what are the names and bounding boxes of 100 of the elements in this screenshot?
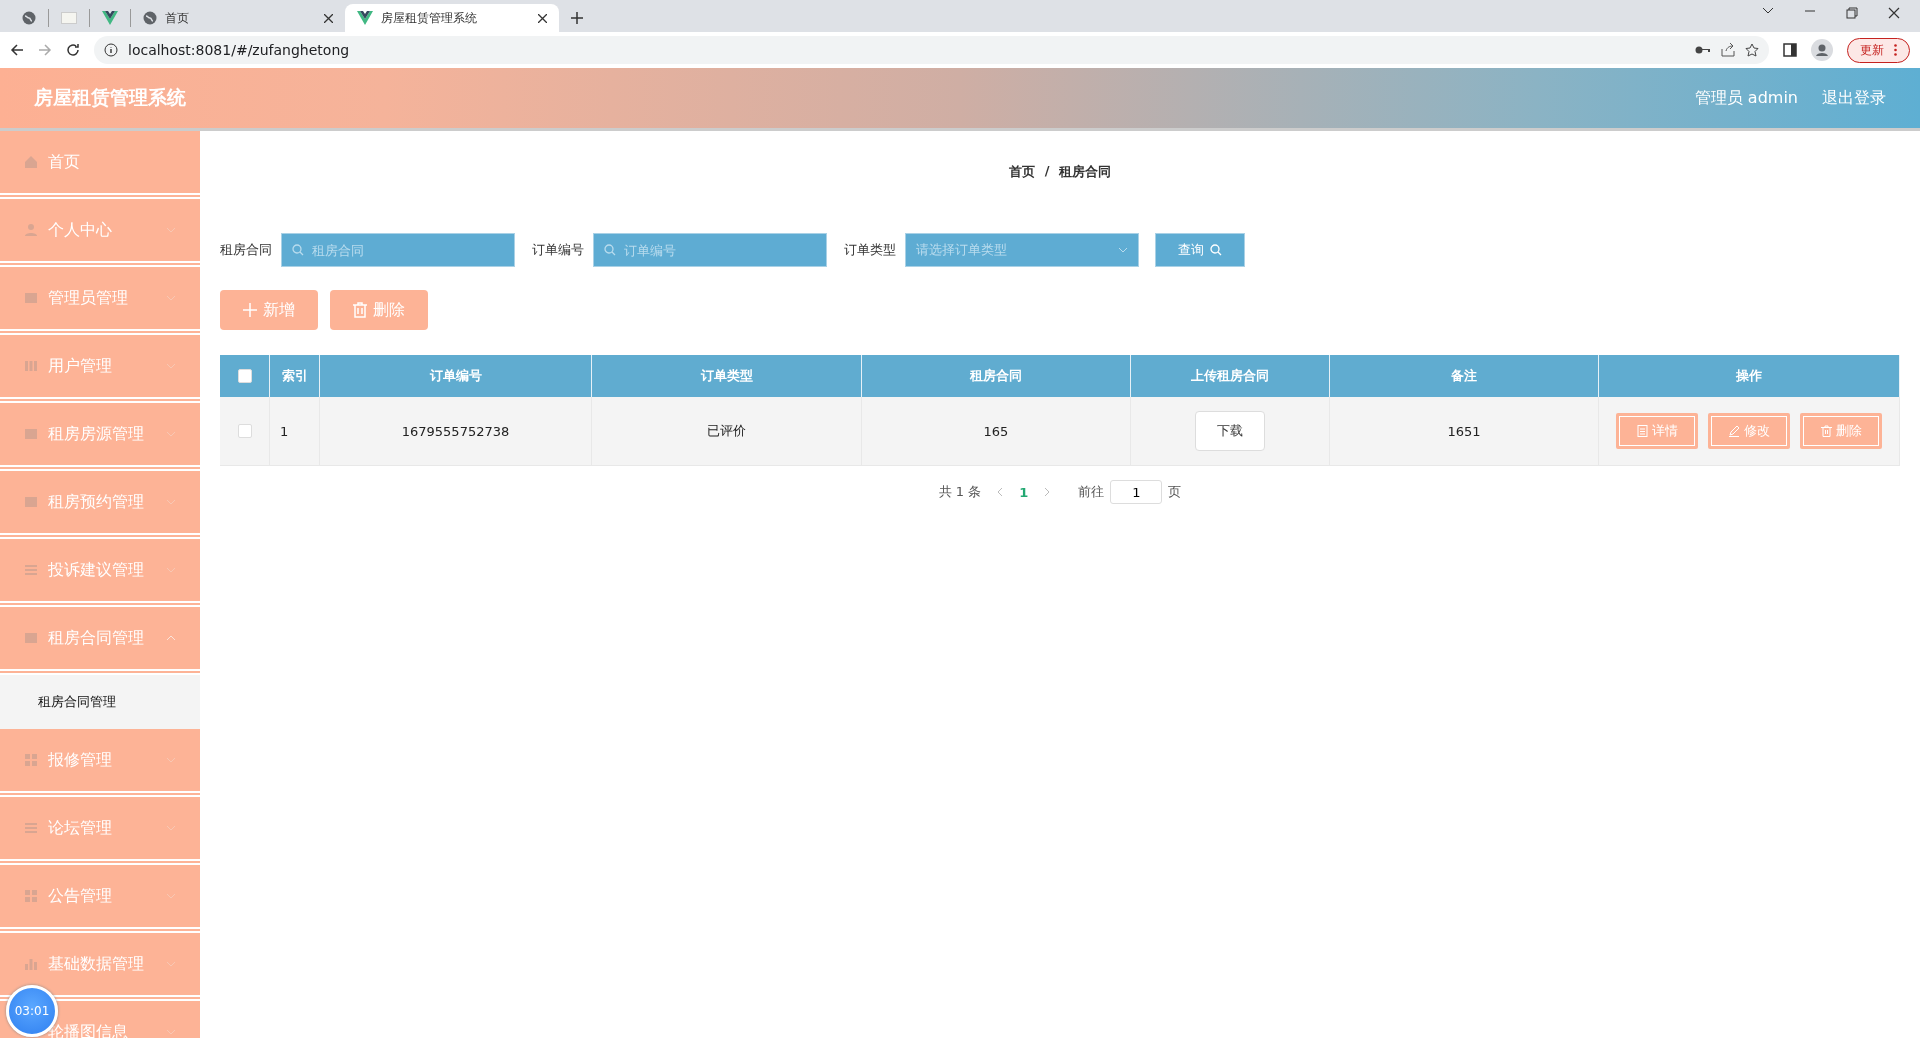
menu-item[interactable]: 租房合同管理	[0, 607, 200, 675]
side-panel-icon[interactable]	[1783, 43, 1797, 57]
globe-icon	[22, 11, 36, 25]
user-label: 管理员 admin	[1694, 87, 1798, 109]
reload-icon[interactable]	[66, 43, 80, 57]
trash-icon	[1820, 425, 1832, 437]
menu-item[interactable]: 首页	[0, 131, 200, 199]
back-icon[interactable]	[10, 43, 24, 57]
chevron-icon	[166, 227, 176, 233]
profile-icon[interactable]	[1811, 39, 1833, 61]
query-button[interactable]: 查询	[1156, 234, 1244, 266]
chevron-icon	[1118, 247, 1128, 253]
menu-item[interactable]: 个人中心	[0, 199, 200, 267]
chevron-icon	[166, 757, 176, 763]
browser-tab[interactable]: 房屋租赁管理系统	[345, 4, 559, 32]
menu-icon	[24, 291, 38, 305]
pencil-icon	[1728, 425, 1740, 437]
close-icon[interactable]	[538, 13, 547, 23]
menu-item[interactable]: 用户管理	[0, 335, 200, 403]
minimize-icon[interactable]	[1804, 7, 1816, 15]
menu-label: 公告管理	[48, 885, 112, 907]
column-header: 备注	[1330, 355, 1599, 397]
new-tab-icon[interactable]	[571, 12, 583, 24]
add-button[interactable]: 新增	[220, 290, 318, 330]
chevron-icon	[166, 431, 176, 437]
chevron-icon[interactable]	[1762, 7, 1774, 15]
menu-item[interactable]: 投诉建议管理	[0, 539, 200, 607]
menu-item[interactable]: 租房预约管理	[0, 471, 200, 539]
column-header: 操作	[1599, 355, 1900, 397]
search-field[interactable]: 订单编号	[594, 234, 826, 266]
close-icon[interactable]	[324, 13, 333, 23]
field-label: 租房合同	[220, 241, 272, 259]
v-logo-icon	[102, 11, 118, 25]
chevron-icon	[166, 825, 176, 831]
address-bar[interactable]: localhost:8081/#/zufanghetong	[94, 36, 1769, 64]
breadcrumb-item[interactable]: 首页	[1008, 163, 1035, 203]
chevron-icon	[166, 635, 176, 641]
table-cell: 1651	[1330, 397, 1599, 466]
search-field[interactable]: 租房合同	[282, 234, 514, 266]
star-icon[interactable]	[1745, 43, 1759, 57]
v-logo-icon	[357, 11, 373, 25]
browser-tab[interactable]: 首页	[131, 4, 345, 32]
column-header: 索引	[270, 355, 320, 397]
menu-icon	[24, 821, 38, 835]
menu-label: 基础数据管理	[48, 953, 144, 975]
share-icon[interactable]	[1721, 43, 1735, 57]
page-icon	[61, 12, 77, 24]
menu-item[interactable]: 租房房源管理	[0, 403, 200, 471]
logout-link[interactable]: 退出登录	[1822, 87, 1886, 109]
page-number[interactable]: 1	[1019, 484, 1029, 500]
page-suffix: 页	[1168, 483, 1182, 501]
menu-item[interactable]: 管理员管理	[0, 267, 200, 335]
menu-icon	[24, 223, 38, 237]
column-header: 上传租房合同	[1131, 355, 1330, 397]
globe-icon	[143, 11, 157, 25]
checkbox[interactable]	[237, 424, 252, 438]
menu-item[interactable]: 公告管理	[0, 865, 200, 933]
menu-icon	[24, 427, 38, 441]
table-cell: 已评价	[592, 397, 862, 466]
download-button[interactable]: 下载	[1195, 411, 1265, 451]
menu-item[interactable]: 论坛管理	[0, 797, 200, 865]
menu-icon	[24, 889, 38, 903]
detail-button[interactable]: 详情	[1616, 413, 1698, 449]
menu-icon	[24, 155, 38, 169]
restore-icon[interactable]	[1846, 7, 1858, 19]
tab-title: 房屋租赁管理系统	[381, 9, 477, 27]
field-label: 订单类型	[844, 241, 896, 259]
menu-item[interactable]: 基础数据管理	[0, 933, 200, 1001]
table-cell: 1679555752738	[320, 397, 592, 466]
page-input[interactable]: 1	[1110, 480, 1163, 504]
checkbox[interactable]	[237, 369, 252, 383]
document-icon	[1636, 425, 1648, 437]
table-cell: 165	[862, 397, 1131, 466]
chevron-icon	[166, 893, 176, 899]
menu-icon	[24, 957, 38, 971]
tab-title: 首页	[165, 9, 189, 27]
menu-label: 租房合同管理	[48, 627, 144, 649]
column-header: 订单类型	[592, 355, 862, 397]
menu-label: 论坛管理	[48, 817, 112, 839]
plus-icon	[243, 303, 257, 317]
search-icon	[1210, 244, 1222, 256]
delete-button[interactable]: 删除	[330, 290, 428, 330]
breadcrumb-item: 租房合同	[1059, 163, 1112, 181]
info-icon	[104, 43, 118, 57]
delete-button[interactable]: 删除	[1800, 413, 1882, 449]
chevron-icon	[166, 961, 176, 967]
menu-label: 个人中心	[48, 219, 112, 241]
menu-item[interactable]: 报修管理	[0, 729, 200, 797]
menu-icon	[24, 631, 38, 645]
update-button[interactable]: 更新	[1847, 37, 1910, 63]
menu-label: 投诉建议管理	[48, 559, 144, 581]
edit-button[interactable]: 修改	[1708, 413, 1790, 449]
submenu-item[interactable]: 租房合同管理	[0, 675, 200, 729]
close-icon[interactable]	[1888, 7, 1900, 19]
key-icon[interactable]	[1695, 45, 1711, 55]
chevron-icon	[166, 567, 176, 573]
chevron-icon	[166, 363, 176, 369]
url-text: localhost:8081/#/zufanghetong	[128, 42, 351, 58]
menu-icon	[24, 359, 38, 373]
select-field[interactable]: 请选择订单类型	[906, 234, 1138, 266]
